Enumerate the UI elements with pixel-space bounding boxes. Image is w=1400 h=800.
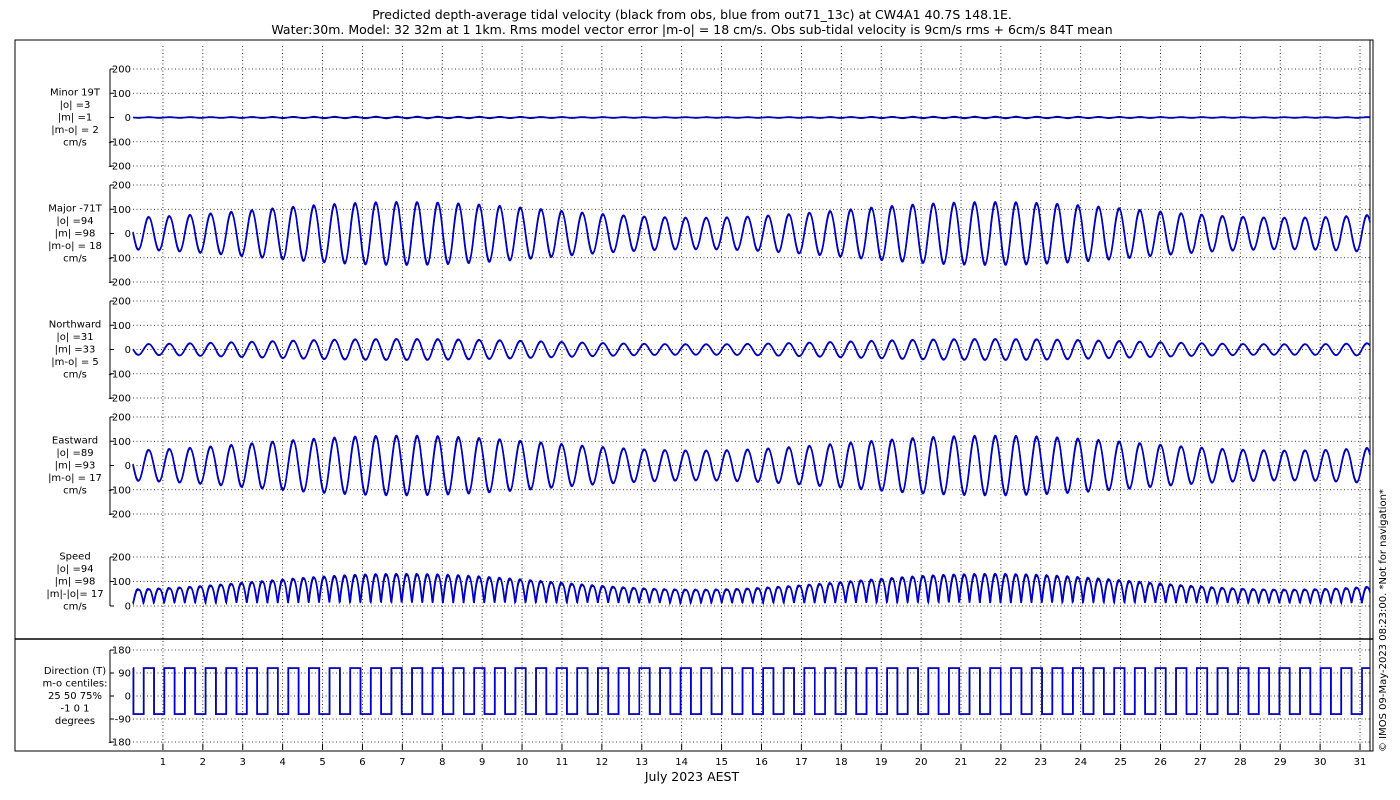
- major-y-tick-label--200: -200: [108, 278, 131, 289]
- minor-y-tick-label-0: 0: [125, 113, 131, 124]
- x-tick-label-5: 5: [319, 757, 325, 768]
- speed-y-tick-label-0: 0: [125, 602, 131, 613]
- x-tick-label-12: 12: [595, 757, 608, 768]
- x-tick-label-25: 25: [1114, 757, 1127, 768]
- northward-y-tick-label-0: 0: [125, 345, 131, 356]
- direction-y-tick-label-90: 90: [118, 669, 131, 680]
- x-tick-label-29: 29: [1274, 757, 1287, 768]
- northward-label-line-1: |o| =31: [56, 332, 93, 343]
- minor-label-line-4: cm/s: [63, 138, 87, 149]
- northward-y-tick-label--200: -200: [108, 394, 131, 405]
- major-y-tick-label-0: 0: [125, 229, 131, 240]
- minor-label-line-1: |o| =3: [60, 100, 91, 111]
- speed-label-line-2: |m| =98: [55, 577, 96, 588]
- northward-y-tick-label-100: 100: [112, 321, 131, 332]
- x-tick-label-28: 28: [1234, 757, 1247, 768]
- x-tick-label-26: 26: [1154, 757, 1167, 768]
- minor-y-tick-label-200: 200: [112, 65, 131, 76]
- northward-y-tick-label--100: -100: [108, 369, 131, 380]
- eastward-label-line-1: |o| =89: [56, 448, 93, 459]
- eastward-label-line-2: |m| =93: [55, 461, 96, 472]
- x-tick-label-16: 16: [755, 757, 768, 768]
- direction-y-tick-label-0: 0: [125, 692, 131, 703]
- minor-y-tick-label-100: 100: [112, 89, 131, 100]
- minor-model-series-line: [133, 116, 1370, 119]
- x-tick-label-11: 11: [556, 757, 569, 768]
- major-label-line-3: |m-o| = 18: [48, 241, 102, 252]
- x-tick-label-20: 20: [915, 757, 928, 768]
- northward-y-tick-label-200: 200: [112, 297, 131, 308]
- northward-label-line-3: |m-o| = 5: [51, 357, 99, 368]
- x-axis-label: July 2023 AEST: [644, 769, 740, 784]
- minor-y-tick-label--100: -100: [108, 137, 131, 148]
- speed-label-line-0: Speed: [59, 552, 90, 563]
- direction-y-tick-label-180: 180: [112, 646, 131, 657]
- x-tick-label-15: 15: [715, 757, 728, 768]
- x-tick-label-7: 7: [399, 757, 405, 768]
- direction-label-line-0: Direction (T): [44, 666, 106, 677]
- chart-title-line-2: Water:30m. Model: 32 32m at 1 1km. Rms m…: [271, 22, 1112, 37]
- speed-label-line-4: cm/s: [63, 602, 87, 613]
- x-tick-label-1: 1: [160, 757, 166, 768]
- chart-background: [0, 0, 1400, 800]
- direction-label-line-1: m-o centiles:: [42, 679, 107, 690]
- major-label-line-1: |o| =94: [56, 216, 93, 227]
- x-tick-label-9: 9: [479, 757, 485, 768]
- direction-y-tick-label--90: -90: [115, 715, 131, 726]
- eastward-y-tick-label--200: -200: [108, 510, 131, 521]
- x-tick-label-31: 31: [1354, 757, 1367, 768]
- x-tick-label-14: 14: [675, 757, 688, 768]
- northward-label-line-2: |m| =33: [55, 345, 96, 356]
- x-tick-label-27: 27: [1194, 757, 1207, 768]
- major-label-line-0: Major -71T: [48, 204, 102, 215]
- x-tick-label-10: 10: [516, 757, 529, 768]
- x-tick-label-21: 21: [955, 757, 968, 768]
- watermark-text: © IMOS 09-May-2023 08:23:00. *Not for na…: [1378, 489, 1389, 752]
- eastward-label-line-3: |m-o| = 17: [48, 473, 102, 484]
- x-tick-label-2: 2: [200, 757, 206, 768]
- direction-label-line-4: degrees: [55, 716, 95, 727]
- speed-label-line-3: |m|-|o|= 17: [46, 589, 103, 600]
- major-label-line-4: cm/s: [63, 254, 87, 265]
- direction-label-line-3: -1 0 1: [60, 704, 89, 715]
- x-tick-label-30: 30: [1314, 757, 1327, 768]
- eastward-y-tick-label--100: -100: [108, 485, 131, 496]
- speed-y-tick-label-200: 200: [112, 553, 131, 564]
- direction-label-line-2: 25 50 75%: [48, 691, 102, 702]
- eastward-y-tick-label-100: 100: [112, 437, 131, 448]
- x-tick-label-8: 8: [439, 757, 445, 768]
- x-tick-label-6: 6: [359, 757, 365, 768]
- x-tick-label-13: 13: [635, 757, 648, 768]
- x-tick-label-4: 4: [279, 757, 285, 768]
- x-tick-label-19: 19: [875, 757, 888, 768]
- minor-y-tick-label--200: -200: [108, 162, 131, 173]
- minor-label-line-2: |m| =1: [58, 113, 92, 124]
- eastward-label-line-4: cm/s: [63, 486, 87, 497]
- major-y-tick-label-100: 100: [112, 205, 131, 216]
- x-tick-label-18: 18: [835, 757, 848, 768]
- minor-label-line-0: Minor 19T: [50, 88, 101, 99]
- x-tick-label-23: 23: [1034, 757, 1047, 768]
- eastward-label-line-0: Eastward: [52, 436, 98, 447]
- major-y-tick-label-200: 200: [112, 181, 131, 192]
- major-y-tick-label--100: -100: [108, 253, 131, 264]
- northward-label-line-4: cm/s: [63, 370, 87, 381]
- chart-title-line-1: Predicted depth-average tidal velocity (…: [372, 7, 1012, 22]
- x-tick-label-24: 24: [1074, 757, 1087, 768]
- direction-y-tick-label--180: -180: [108, 738, 131, 749]
- eastward-y-tick-label-0: 0: [125, 461, 131, 472]
- x-tick-label-22: 22: [995, 757, 1008, 768]
- x-tick-label-3: 3: [240, 757, 246, 768]
- tidal-velocity-chart: Predicted depth-average tidal velocity (…: [0, 0, 1400, 800]
- x-tick-label-17: 17: [795, 757, 808, 768]
- speed-label-line-1: |o| =94: [56, 564, 93, 575]
- eastward-y-tick-label-200: 200: [112, 413, 131, 424]
- speed-y-tick-label-100: 100: [112, 577, 131, 588]
- major-label-line-2: |m| =98: [55, 229, 96, 240]
- northward-label-line-0: Northward: [49, 320, 102, 331]
- minor-label-line-3: |m-o| = 2: [51, 125, 99, 136]
